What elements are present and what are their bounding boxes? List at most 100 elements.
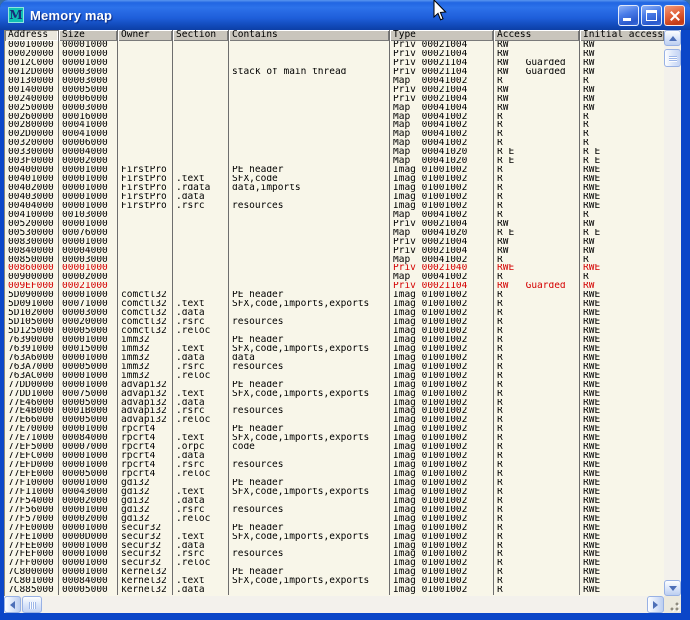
table-row[interactable]: 77EFD00000001000rpcrt4.rsrcresourcesImag… <box>5 461 664 470</box>
table-row[interactable]: 5D10500000020000comctl32.rsrcresourcesIm… <box>5 318 664 327</box>
table-row[interactable]: 0026000000016000Map 00041002RR <box>5 113 664 122</box>
table-row[interactable]: 77FE10000000D000secur32.textSFX,code,imp… <box>5 533 664 542</box>
table-row[interactable]: 77F5600000001000gdi32.rsrcresourcesImag … <box>5 506 664 515</box>
table-row[interactable]: 77E7000000001000rpcrt4PE headerImag 0100… <box>5 425 664 434</box>
cell-access: RWE <box>494 264 580 273</box>
cell-owner: FirstPro <box>118 166 173 175</box>
horizontal-scrollbar[interactable] <box>4 596 664 613</box>
column-header-size[interactable]: Size <box>59 30 118 41</box>
table-row[interactable]: 0002000000001000Priv 00021004RWRW <box>5 50 664 59</box>
cell-address: 00140000 <box>5 86 59 95</box>
table-row[interactable]: 0025000000003000Map 00041004RWRW <box>5 104 664 113</box>
cell-initial-access: R E <box>580 229 664 238</box>
table-row[interactable]: 77EF500000007000rpcrt4.orpccodeImag 0100… <box>5 443 664 452</box>
column-header-contains[interactable]: Contains <box>229 30 390 41</box>
table-row[interactable]: 77E4B0000001B000advapi32.rsrcresourcesIm… <box>5 407 664 416</box>
table-row[interactable]: 77F1100000043000gdi32.textSFX,code,impor… <box>5 488 664 497</box>
horizontal-scrollbar-thumb[interactable] <box>22 596 42 613</box>
close-button[interactable] <box>664 5 685 26</box>
column-header-type[interactable]: Type <box>390 30 494 41</box>
resize-grip[interactable] <box>664 596 681 613</box>
table-row[interactable]: 0040000000001000FirstProPE headerImag 01… <box>5 166 664 175</box>
table-row[interactable]: 5D10200000003000comctl32.dataImag 010010… <box>5 309 664 318</box>
table-row[interactable]: 77FF000000001000secur32.relocImag 010010… <box>5 559 664 568</box>
table-row[interactable]: 763AC00000001000imm32.relocImag 01001002… <box>5 372 664 381</box>
table-row[interactable]: 5D12500000005000comctl32.relocImag 01001… <box>5 327 664 336</box>
scroll-right-button[interactable] <box>647 596 664 613</box>
column-header-initial-access[interactable]: Initial access <box>580 30 664 41</box>
memory-map-app-icon[interactable]: M <box>8 7 24 23</box>
table-row[interactable]: 77FEF00000001000secur32.rsrcresourcesIma… <box>5 550 664 559</box>
table-row[interactable]: 77E6600000005000advapi32.relocImag 01001… <box>5 416 664 425</box>
table-row[interactable]: 7C80100000084000kernel32.textSFX,code,im… <box>5 577 664 586</box>
table-row[interactable]: 7639100000015000imm32.textSFX,code,impor… <box>5 345 664 354</box>
table-row[interactable]: 0053000000076000Map 00041020R ER E <box>5 229 664 238</box>
column-header-section[interactable]: Section <box>173 30 229 41</box>
cell-address: 003F0000 <box>5 157 59 166</box>
table-row[interactable]: 77FEE00000001000secur32.dataImag 0100100… <box>5 542 664 551</box>
table-row[interactable]: 0052000000001000Priv 00021004RWRW <box>5 220 664 229</box>
table-row[interactable]: 77F5700000002000gdi32.relocImag 01001002… <box>5 515 664 524</box>
table-row[interactable]: 0014000000005000Priv 00021004RWRW <box>5 86 664 95</box>
table-row[interactable]: 5D09100000071000comctl32.textSFX,code,im… <box>5 300 664 309</box>
vertical-scrollbar[interactable] <box>664 30 681 596</box>
cell-address: 5D105000 <box>5 318 59 327</box>
cell-owner: gdi32 <box>118 506 173 515</box>
table-row[interactable]: 0001000000001000Priv 00021004RWRW <box>5 41 664 50</box>
scroll-left-button[interactable] <box>4 596 21 613</box>
table-row[interactable]: 0012C00000001000Priv 00021104RW GuardedR… <box>5 59 664 68</box>
table-row[interactable]: 0040200000001000FirstPro.rdatadata,impor… <box>5 184 664 193</box>
table-row[interactable]: 77E7100000084000rpcrt4.textSFX,code,impo… <box>5 434 664 443</box>
cell-size: 00001000 <box>59 175 118 184</box>
table-row[interactable]: 5D09000000001000comctl32PE headerImag 01… <box>5 291 664 300</box>
table-row[interactable]: 0090000000002000Map 00041002RR <box>5 273 664 282</box>
table-row[interactable]: 0084000000004000Priv 00021004RWRW <box>5 247 664 256</box>
title-bar[interactable]: M Memory map <box>0 0 690 30</box>
table-row[interactable]: 77E4600000005000advapi32.dataImag 010010… <box>5 399 664 408</box>
table-row[interactable]: 0041000000103000Map 00041002RR <box>5 211 664 220</box>
maximize-button[interactable] <box>641 5 662 26</box>
table-row[interactable]: 0033000000004000Map 00041020R ER E <box>5 148 664 157</box>
table-row[interactable]: 0040100000001000FirstPro.textSFX,codeIma… <box>5 175 664 184</box>
table-row[interactable]: 0012D00000003000stack of main threadPriv… <box>5 68 664 77</box>
table-row[interactable]: 0040400000001000FirstPro.rsrcresourcesIm… <box>5 202 664 211</box>
cell-size: 00006000 <box>59 139 118 148</box>
table-row[interactable]: 7C80000000001000kernel32PE headerImag 01… <box>5 568 664 577</box>
table-row[interactable]: 0032000000006000Map 00041002RR <box>5 139 664 148</box>
table-row[interactable]: 0013000000003000Map 00041002RR <box>5 77 664 86</box>
client-area: Address Size Owner Section Contains Type… <box>4 30 681 613</box>
column-header-access[interactable]: Access <box>494 30 580 41</box>
table-row[interactable]: 003F000000002000Map 00041020R ER E <box>5 157 664 166</box>
table-row[interactable]: 77EFC00000001000rpcrt4.dataImag 01001002… <box>5 452 664 461</box>
table-row[interactable]: 77DD100000075000advapi32.textSFX,code,im… <box>5 390 664 399</box>
table-row[interactable]: 0040300000001000FirstPro.dataImag 010010… <box>5 193 664 202</box>
table-row[interactable]: 0083000000001000Priv 00021004RWRW <box>5 238 664 247</box>
table-row[interactable]: 77DD000000001000advapi32PE headerImag 01… <box>5 381 664 390</box>
table-row[interactable]: 009EF00000021000Priv 00021104RW GuardedR… <box>5 282 664 291</box>
scroll-up-button[interactable] <box>664 30 681 46</box>
cell-access: R <box>494 193 580 202</box>
table-row[interactable]: 763A700000005000imm32.rsrcresourcesImag … <box>5 363 664 372</box>
column-header-owner[interactable]: Owner <box>118 30 173 41</box>
table-row[interactable]: 0028000000041000Map 00041002RR <box>5 121 664 130</box>
table-row[interactable]: 002D000000041000Map 00041002RR <box>5 130 664 139</box>
table-row[interactable]: 77EFE00000005000rpcrt4.relocImag 0100100… <box>5 470 664 479</box>
minimize-button[interactable] <box>618 5 639 26</box>
scroll-down-button[interactable] <box>664 580 681 596</box>
table-row[interactable]: 77F1000000001000gdi32PE headerImag 01001… <box>5 479 664 488</box>
cell-type: Imag 01001002 <box>390 372 494 381</box>
vertical-scrollbar-thumb[interactable] <box>664 49 681 67</box>
cell-section: .text <box>173 300 229 309</box>
table-row[interactable]: 763A600000001000imm32.datadataImag 01001… <box>5 354 664 363</box>
table-row[interactable]: 77FE000000001000secur32PE headerImag 010… <box>5 524 664 533</box>
table-row[interactable]: 77F5400000002000gdi32.dataImag 01001002R… <box>5 497 664 506</box>
cell-contains: SFX,code,imports,exports <box>229 434 390 443</box>
cell-contains <box>229 121 390 130</box>
table-row[interactable]: 0024000000006000Priv 00021004RWRW <box>5 95 664 104</box>
table-row[interactable]: 0085000000003000Map 00041002RR <box>5 256 664 265</box>
table-row[interactable]: 7639000000001000imm32PE headerImag 01001… <box>5 336 664 345</box>
column-header-address[interactable]: Address <box>5 30 59 41</box>
cell-contains <box>229 113 390 122</box>
table-row[interactable]: 0086000000001000Priv 00021040RWERWE <box>5 264 664 273</box>
table-row[interactable]: 7C88500000005000kernel32.dataImag 010010… <box>5 586 664 595</box>
